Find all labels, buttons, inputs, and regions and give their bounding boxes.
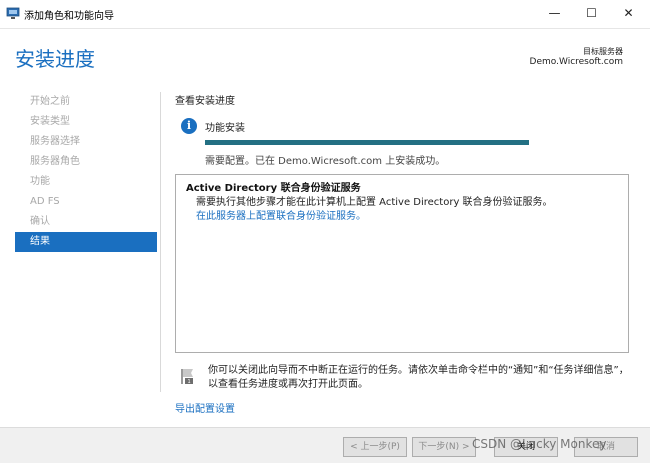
- window-title: 添加角色和功能向导: [24, 11, 114, 22]
- install-status: 需要配置。已在 Demo.Wicresoft.com 上安装成功。: [205, 156, 446, 167]
- target-server-name: Demo.Wicresoft.com: [529, 57, 623, 67]
- watermark: CSDN @Lucky Monkey: [472, 437, 607, 451]
- next-button[interactable]: 下一步(N) >: [412, 437, 476, 457]
- configure-adfs-link[interactable]: 在此服务器上配置联合身份验证服务。: [196, 207, 366, 222]
- feature-install-label: 功能安装: [205, 123, 245, 134]
- result-feature-title: Active Directory 联合身份验证服务: [186, 183, 361, 194]
- step-before-you-begin: 开始之前: [30, 96, 70, 107]
- step-installation-type: 安装类型: [30, 116, 70, 127]
- step-server-roles: 服务器角色: [30, 156, 80, 167]
- step-results[interactable]: 结果: [15, 232, 157, 252]
- wizard-steps: 开始之前 安装类型 服务器选择 服务器角色 功能 AD FS 确认 结果: [15, 92, 157, 252]
- maximize-button[interactable]: ☐: [573, 0, 610, 28]
- svg-text:1: 1: [188, 379, 191, 385]
- step-ad-fs: AD FS: [30, 196, 60, 207]
- progress-fill: [205, 140, 529, 145]
- export-configuration-link[interactable]: 导出配置设置: [175, 400, 235, 415]
- results-panel: Active Directory 联合身份验证服务 需要执行其他步骤才能在此计算…: [175, 174, 629, 353]
- step-confirmation: 确认: [30, 216, 50, 227]
- divider: [160, 92, 161, 392]
- previous-button[interactable]: < 上一步(P): [343, 437, 407, 457]
- target-server-label: 目标服务器: [583, 47, 623, 56]
- result-description: 需要执行其他步骤才能在此计算机上配置 Active Directory 联合身份…: [196, 197, 553, 208]
- title-bar: 添加角色和功能向导 — ☐ ✕: [0, 0, 650, 29]
- section-label: 查看安装进度: [175, 96, 235, 107]
- step-features: 功能: [30, 176, 50, 187]
- minimize-button[interactable]: —: [536, 0, 573, 28]
- info-icon: i: [181, 118, 197, 134]
- step-server-selection: 服务器选择: [30, 136, 80, 147]
- page-title: 安装进度: [15, 47, 95, 71]
- close-window-button[interactable]: ✕: [610, 0, 647, 28]
- info-note: 你可以关闭此向导而不中断正在运行的任务。请依次单击命令栏中的“通知”和“任务详细…: [208, 365, 629, 390]
- server-manager-icon: [6, 7, 20, 19]
- progress-bar: [205, 140, 529, 145]
- flag-icon: 1: [181, 369, 193, 385]
